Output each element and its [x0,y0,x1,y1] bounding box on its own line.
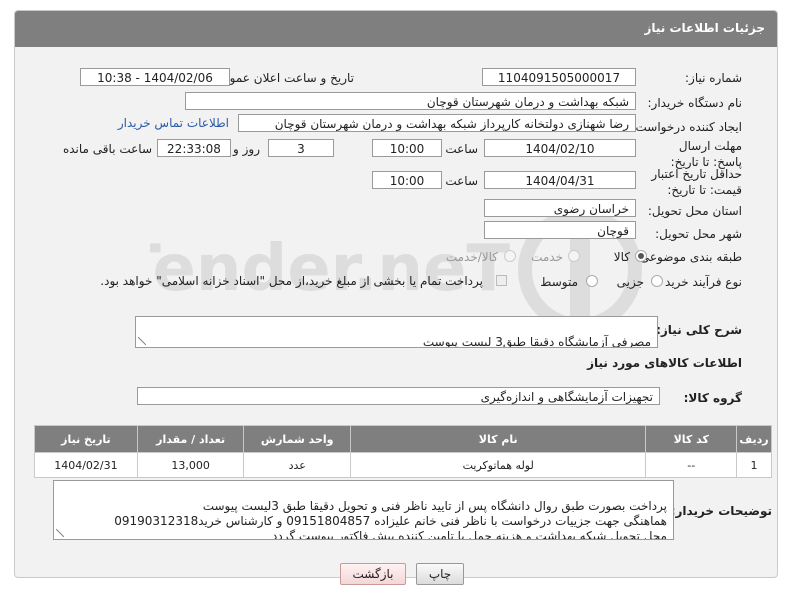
description-label: شرح کلی نیاز: [656,323,742,337]
price-date-field: 1404/04/31 [484,171,636,189]
need-number-label: شماره نیاز: [685,71,742,85]
requester-label: ایجاد کننده درخواست: [631,120,742,134]
category-goods-radio[interactable] [635,250,647,262]
cell-date: 1404/02/31 [34,452,138,478]
buyer-org-label: نام دستگاه خریدار: [647,96,743,110]
price-validity-label: حداقل تاریخ اعتبار قیمت: تا تاریخ: [651,167,742,197]
remaining-label: ساعت باقی مانده [62,142,152,156]
treasury-payment-note: پرداخت تمام یا بخشی از مبلغ خرید،از محل … [100,274,483,288]
cell-unit: عدد [243,452,352,478]
col-qty: تعداد / مقدار [136,425,245,453]
announce-label: تاریخ و ساعت اعلان عمومی: [209,71,354,85]
requester-field: رضا شهنازی دولتخانه کارپرداز شبکه بهداشت… [238,114,636,132]
process-label: نوع فرآیند خرید : [657,275,742,289]
deadline-date-field: 1404/02/10 [484,139,636,157]
process-minor-radio[interactable] [651,275,663,287]
col-row: ردیف [736,425,772,453]
resize-handle[interactable] [56,529,64,537]
buyer-notes-text: پرداخت بصورت طبق روال دانشگاه پس از تایی… [114,499,667,540]
category-label: طبقه بندی موضوعی: [635,250,742,264]
table-row: 1 -- لوله هماتوکریت عدد 13,000 1404/02/3… [34,452,772,478]
process-medium-radio[interactable] [586,275,598,287]
cell-name: لوله هماتوکریت [350,452,647,478]
buyer-org-field: شبکه بهداشت و درمان شهرستان قوچان [185,92,636,110]
category-goods-service-radio[interactable] [504,250,516,262]
category-service-label: خدمت [531,250,563,264]
province-field: خراسان رضوی [484,199,636,217]
price-time-label: ساعت [445,174,478,188]
goods-group-field: تجهیزات آزمایشگاهی و اندازه‌گیری [137,387,660,405]
announce-field: 1404/02/06 - 10:38 [80,68,230,86]
buyer-contact-link[interactable]: اطلاعات تماس خریدار [118,116,229,130]
deadline-time-field: 10:00 [372,139,442,157]
city-field: قوچان [484,221,636,239]
panel-title: جزئیات اطلاعات نیاز [644,21,765,35]
cell-qty: 13,000 [136,452,245,478]
goods-section-title: اطلاعات کالاهای مورد نیاز [587,356,742,370]
goods-table-header: ردیف کد کالا نام کالا واحد شمارش تعداد /… [34,425,772,453]
process-medium-label: متوسط [540,275,578,289]
days-label: روز و [233,142,260,156]
description-text: مصرفی آزمایشگاه دقیقا طبق3 لیست پیوست [422,335,651,348]
cell-row: 1 [736,452,772,478]
remaining-time-field: 22:33:08 [157,139,231,157]
resize-handle[interactable] [138,337,146,345]
description-field: مصرفی آزمایشگاه دقیقا طبق3 لیست پیوست [135,316,658,348]
need-number-field: 1104091505000017 [482,68,636,86]
category-goods-service-label: کالا/خدمت [445,250,498,264]
treasury-payment-checkbox[interactable] [496,275,507,286]
col-unit: واحد شمارش [243,425,352,453]
goods-group-label: گروه کالا: [683,391,742,405]
col-date: تاریخ نیاز [34,425,138,453]
deadline-time-label: ساعت [445,142,478,156]
buyer-notes-label: توضیحات خریدار: [670,504,772,518]
province-label: استان محل تحویل: [647,204,742,218]
print-button[interactable]: چاپ [416,563,464,585]
process-minor-label: جزیی [616,275,644,289]
goods-table: ردیف کد کالا نام کالا واحد شمارش تعداد /… [34,425,772,478]
category-goods-label: کالا [613,250,630,264]
city-label: شهر محل تحویل: [655,227,742,241]
category-service-radio[interactable] [568,250,580,262]
price-time-field: 10:00 [372,171,442,189]
panel-header: جزئیات اطلاعات نیاز [15,11,777,47]
col-code: کد کالا [645,425,738,453]
cell-code: -- [645,452,738,478]
buyer-notes-field: پرداخت بصورت طبق روال دانشگاه پس از تایی… [53,480,674,540]
days-field: 3 [268,139,334,157]
back-button[interactable]: بازگشت [340,563,406,585]
col-name: نام کالا [350,425,647,453]
